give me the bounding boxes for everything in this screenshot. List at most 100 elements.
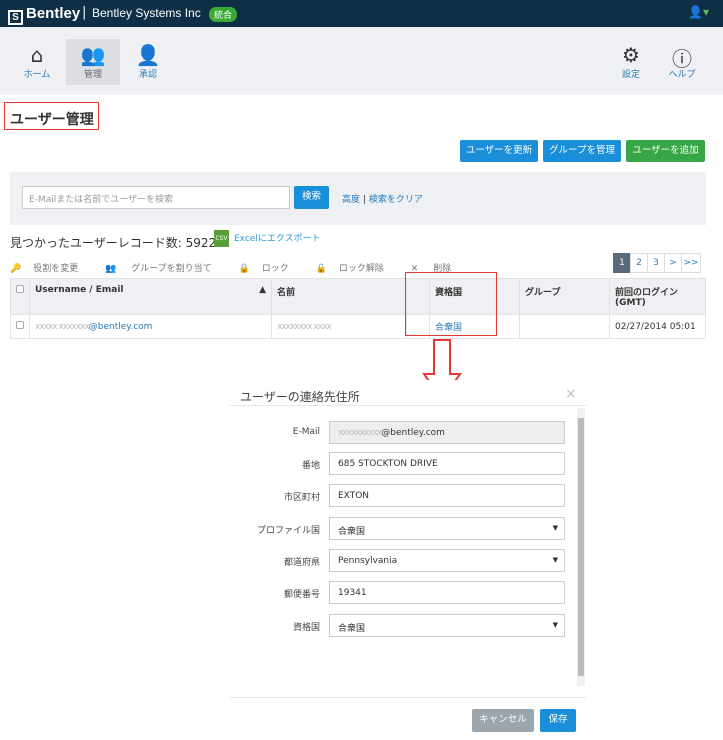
email-label: E-Mail <box>292 427 320 437</box>
search-links: 高度 | 検索をクリア <box>342 192 423 205</box>
sort-asc-icon: ▲ <box>259 285 266 295</box>
org-name: Bentley Systems Inc <box>92 6 201 20</box>
col-name[interactable]: 名前 <box>271 278 407 315</box>
count-value: 5922 <box>185 236 217 250</box>
col-group[interactable]: グループ <box>519 278 610 315</box>
divider <box>230 697 586 698</box>
nav-help[interactable]: ⓘ ヘルプ <box>655 39 709 85</box>
lock-icon: 🔒 <box>238 264 250 274</box>
action-label: ロック <box>261 264 289 274</box>
city-label: 市区町村 <box>283 493 320 503</box>
field-value: 合衆国 <box>338 624 366 634</box>
chevron-down-icon: ▼ <box>552 621 558 629</box>
user-check-icon: 👤 <box>135 43 161 67</box>
user-email-link[interactable]: xxxxx xxxxxxx@bentley.com <box>29 314 272 339</box>
page-last[interactable]: >> <box>681 253 701 273</box>
field-value: 合衆国 <box>338 527 366 537</box>
divider <box>230 405 586 406</box>
unlock-action[interactable]: 🔒 ロック解除 <box>316 264 396 274</box>
chevron-down-icon: ▼ <box>552 524 558 532</box>
lock-icon: 🔒 <box>315 264 327 274</box>
nav-home[interactable]: ⌂ ホーム <box>10 39 64 85</box>
page-3[interactable]: 3 <box>647 253 665 273</box>
users-icon: 👥 <box>105 264 117 274</box>
profile-country-label: プロファイル国 <box>256 526 320 536</box>
street-field[interactable]: 685 STOCKTON DRIVE <box>329 452 565 475</box>
nav-label: ホーム <box>23 70 51 80</box>
csv-icon: CSV <box>214 230 229 247</box>
nav-approval[interactable]: 👤 承認 <box>121 39 175 85</box>
divider: | <box>82 5 87 20</box>
nav-label: 設定 <box>621 70 640 80</box>
masked-text: xxxxxxxx xxxx <box>277 321 332 332</box>
brand-text: Bentley <box>26 5 81 22</box>
refresh-users-button[interactable]: ユーザーを更新 <box>460 140 538 162</box>
page-title: ユーザー管理 <box>10 112 94 128</box>
postal-code-field[interactable]: 19341 <box>329 581 565 604</box>
email-domain: @bentley.com <box>88 321 153 332</box>
state-select[interactable]: Pennsylvania ▼ <box>329 549 565 572</box>
page-1[interactable]: 1 <box>613 253 631 273</box>
users-table: Username / Email ▲ 名前 資格国 グループ 前回のログイン (G… <box>10 278 706 339</box>
annotation-box <box>405 272 497 336</box>
scroll-thumb[interactable] <box>578 418 584 676</box>
scrollbar[interactable] <box>577 408 585 686</box>
help-icon: ⓘ <box>672 47 692 71</box>
key-icon: 🔑 <box>10 264 22 274</box>
checkbox[interactable] <box>16 321 24 329</box>
col-last-login[interactable]: 前回のログイン (GMT) <box>609 278 706 315</box>
user-menu-icon[interactable]: 👤▾ <box>688 5 709 19</box>
separator: | <box>362 195 366 205</box>
nav-admin[interactable]: 👥 管理 <box>66 39 120 85</box>
page-next[interactable]: > <box>664 253 682 273</box>
save-button[interactable]: 保存 <box>540 709 576 732</box>
bentley-logo[interactable]: S Bentley <box>8 5 80 25</box>
table-header: Username / Email ▲ 名前 資格国 グループ 前回のログイン (G… <box>10 278 706 315</box>
chevron-down-icon: ▼ <box>552 556 558 564</box>
advanced-link[interactable]: 高度 <box>342 195 360 205</box>
col-user[interactable]: Username / Email ▲ <box>29 278 272 315</box>
manage-groups-button[interactable]: グループを管理 <box>543 140 621 162</box>
change-role-action[interactable]: 🔑 役割を変更 <box>10 264 90 274</box>
federated-badge: 統合 <box>209 7 238 22</box>
cancel-button[interactable]: キャンセル <box>472 709 534 732</box>
action-label: 役割を変更 <box>33 264 79 274</box>
nav-label: ヘルプ <box>668 70 696 80</box>
clear-search-link[interactable]: 検索をクリア <box>369 195 423 205</box>
checkbox[interactable] <box>16 285 24 293</box>
users-icon: 👥 <box>80 43 106 67</box>
qualified-country-select[interactable]: 合衆国 ▼ <box>329 614 565 637</box>
group-cell <box>519 314 610 339</box>
select-all[interactable] <box>10 278 30 315</box>
export-excel-link[interactable]: CSV Excelにエクスポート <box>214 230 321 247</box>
street-label: 番地 <box>301 461 320 471</box>
row-select[interactable] <box>10 314 30 339</box>
profile-country-select[interactable]: 合衆国 ▼ <box>329 517 565 540</box>
state-label: 都道府県 <box>283 558 320 568</box>
action-label: ロック解除 <box>338 264 384 274</box>
lock-action[interactable]: 🔒 ロック <box>239 264 301 274</box>
action-label: グループを割り当て <box>131 264 212 274</box>
assign-group-action[interactable]: 👥 グループを割り当て <box>105 264 224 274</box>
search-input[interactable]: E-Mailまたは名前でユーザーを検索 <box>22 186 290 209</box>
masked-text: xxxxx xxxxxxx <box>35 321 90 332</box>
result-count: 見つかったユーザーレコード数: 5922 <box>10 234 216 251</box>
home-icon: ⌂ <box>30 43 44 67</box>
last-login: 02/27/2014 05:01 <box>609 314 706 339</box>
search-button[interactable]: 検索 <box>294 186 329 209</box>
nav-bar: ⌂ ホーム 👥 管理 👤 承認 ⚙ 設定 ⓘ ヘルプ <box>0 27 723 95</box>
nav-label: 承認 <box>138 70 157 80</box>
header-label: Username / Email <box>35 285 124 295</box>
add-user-button[interactable]: ユーザーを追加 <box>626 140 705 162</box>
table-row[interactable]: xxxxx xxxxxxx@bentley.com xxxxxxxx xxxx … <box>10 314 706 339</box>
postal-code-label: 郵便番号 <box>283 590 320 600</box>
close-icon[interactable]: × <box>565 386 577 402</box>
page-2[interactable]: 2 <box>630 253 648 273</box>
qualified-country-label: 資格国 <box>292 623 320 633</box>
gear-icon: ⚙ <box>622 43 640 67</box>
city-field[interactable]: EXTON <box>329 484 565 507</box>
contact-address-dialog: ユーザーの連絡先住所 × E-Mail xxxxxxxxxx@bentley.c… <box>230 380 586 740</box>
email-field[interactable]: xxxxxxxxxx@bentley.com <box>329 421 565 444</box>
nav-settings[interactable]: ⚙ 設定 <box>604 39 658 85</box>
count-label: 見つかったユーザーレコード数: <box>10 236 182 250</box>
